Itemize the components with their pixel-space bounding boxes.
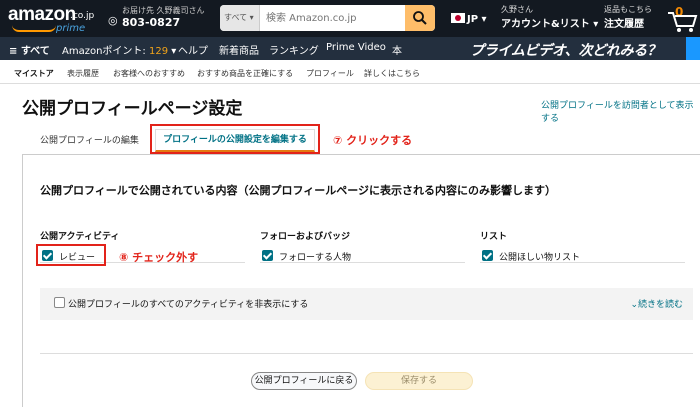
- points-value: 129: [148, 46, 169, 57]
- language-selector[interactable]: JP ▾: [451, 13, 487, 25]
- all-menu-button[interactable]: ≡ すべて: [9, 42, 50, 57]
- hide-activity-box: 公開プロフィールのすべてのアクティビティを非表示にする ⌄続きを読む: [40, 288, 693, 320]
- orders-label: 注文履歴: [604, 19, 644, 30]
- profile-subnav: マイストア 表示履歴 お客様へのおすすめ おすすめ商品を正確にする プロフィール…: [0, 60, 700, 84]
- tab-edit-profile[interactable]: 公開プロフィールの編集: [40, 133, 139, 146]
- top-nav: amazon .co.jp prime ◎ お届け先 久野義司さん 803-08…: [0, 0, 700, 37]
- footer-divider: [40, 353, 693, 354]
- prime-video-banner[interactable]: プライムビデオ、次どれみる？: [460, 37, 700, 60]
- account-lists[interactable]: 久野さん アカウント&リスト ▾: [501, 4, 598, 30]
- account-label: アカウント&リスト ▾: [501, 19, 599, 30]
- save-button[interactable]: 保存する: [365, 372, 473, 390]
- cart-icon: [668, 12, 698, 32]
- sublink-profile[interactable]: プロフィール: [306, 68, 354, 79]
- nav-new-releases[interactable]: 新着商品: [219, 42, 259, 57]
- review-highlight-box: [36, 244, 106, 266]
- deliver-postcode: 803-0827: [122, 16, 181, 29]
- wishlist-checkbox[interactable]: [482, 250, 493, 261]
- search-input[interactable]: [264, 5, 404, 31]
- follow-checkbox[interactable]: [262, 250, 273, 261]
- search-bar: すべて ▾: [220, 5, 435, 31]
- search-category-select[interactable]: すべて ▾: [220, 5, 260, 31]
- search-button[interactable]: [405, 5, 435, 31]
- section-heading: 公開プロフィールで公開されている内容（公開プロフィールページに表示される内容にの…: [40, 184, 557, 197]
- points-link[interactable]: Amazonポイント: 129 ▾: [62, 42, 176, 57]
- logo-tld: .co.jp: [70, 11, 95, 21]
- orders-link[interactable]: 返品もこちら 注文履歴: [604, 4, 652, 30]
- deliver-line1: お届け先 久野義司さん: [122, 6, 205, 15]
- annotation-step8: ⑧ チェック外す: [119, 251, 199, 264]
- tab-privacy-settings-label: プロフィールの公開設定を編集する: [155, 129, 315, 152]
- account-greeting: 久野さん: [501, 5, 533, 14]
- nav-books[interactable]: 本: [392, 42, 402, 57]
- logo-prime: prime: [56, 23, 86, 34]
- amazon-logo[interactable]: amazon .co.jp prime: [8, 3, 100, 35]
- hide-activity-label: 公開プロフィールのすべてのアクティビティを非表示にする: [68, 300, 309, 310]
- read-more-link[interactable]: ⌄続きを読む: [630, 297, 683, 310]
- search-icon: [413, 11, 427, 25]
- divider-line: [260, 262, 465, 263]
- prime-video-icon: [686, 37, 700, 60]
- sublink-improve[interactable]: おすすめ商品を正確にする: [197, 68, 293, 79]
- column-heading-lists: リスト: [480, 232, 508, 242]
- hide-activity-checkbox[interactable]: [54, 297, 65, 308]
- smile-icon: [12, 25, 56, 32]
- divider-line: [480, 262, 685, 263]
- chevron-down-icon: ⌄: [630, 300, 638, 310]
- nav-ranking[interactable]: ランキング: [269, 42, 319, 57]
- page-title: 公開プロフィールページ設定: [22, 99, 243, 119]
- back-to-profile-button[interactable]: 公開プロフィールに戻る: [251, 372, 357, 390]
- banner-text: プライムビデオ、次どれみる？: [470, 43, 661, 59]
- points-caret: ▾: [168, 46, 177, 57]
- read-more-label: 続きを読む: [637, 300, 683, 310]
- nav-help[interactable]: ヘルプ: [178, 42, 208, 57]
- nav-prime-video[interactable]: Prime Video: [326, 42, 386, 53]
- sublink-my-store[interactable]: マイストア: [14, 68, 54, 79]
- language-label: JP ▾: [467, 14, 487, 25]
- sublink-history[interactable]: 表示履歴: [67, 68, 99, 79]
- points-label: Amazonポイント:: [62, 46, 149, 57]
- japan-flag-icon: [451, 13, 465, 23]
- column-heading-activity: 公開アクティビティ: [40, 232, 120, 242]
- sublink-recommendations[interactable]: お客様へのおすすめ: [113, 68, 185, 79]
- returns-label: 返品もこちら: [604, 5, 652, 14]
- annotation-step7: ⑦ クリックする: [333, 134, 413, 147]
- sublink-learn-more[interactable]: 詳しくはこちら: [364, 68, 420, 79]
- column-heading-follow: フォローおよびバッジ: [260, 232, 351, 242]
- tab-privacy-settings[interactable]: プロフィールの公開設定を編集する: [150, 124, 320, 154]
- cart-button[interactable]: 0: [666, 5, 700, 33]
- location-pin-icon: ◎: [108, 14, 118, 27]
- view-as-visitor-link[interactable]: 公開プロフィールを訪問者として表示する: [541, 100, 700, 126]
